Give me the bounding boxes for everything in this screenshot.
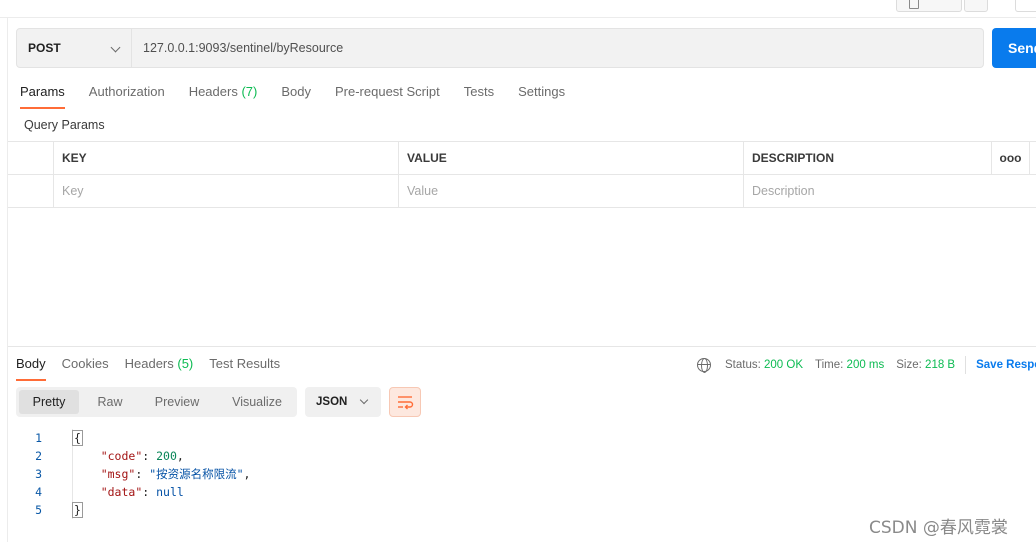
code-line: 2 "code": 200, [16, 447, 184, 465]
code-line: 4 "data": null [16, 483, 184, 501]
tab-label: Test Results [209, 356, 281, 371]
tab-test-results[interactable]: Test Results [209, 355, 280, 381]
tab-label: Authorization [88, 84, 165, 99]
response-headers-count: (5) [177, 356, 194, 371]
time-label: Time: [815, 359, 844, 371]
tab-headers[interactable]: Headers (7) [189, 83, 258, 109]
divider [965, 356, 967, 374]
tab-label: Settings [518, 84, 566, 99]
open-brace: { [72, 430, 83, 446]
watermark: CSDN @春风霓裳 [869, 518, 1008, 538]
key-column-header: KEY [53, 142, 398, 174]
description-column-header: DESCRIPTION [743, 142, 991, 174]
tab-response-headers[interactable]: Headers (5) [125, 355, 194, 381]
tab-response-body[interactable]: Body [16, 355, 46, 381]
chevron-down-icon [110, 42, 121, 53]
value-column-header: VALUE [398, 142, 743, 174]
view-raw-button[interactable]: Raw [86, 390, 134, 414]
send-button[interactable]: Send [992, 28, 1036, 68]
url-value: 127.0.0.1:9093/sentinel/byResource [143, 41, 344, 55]
request-tabs: Params Authorization Headers (7) Body Pr… [20, 83, 589, 109]
json-value-data: null [156, 485, 184, 499]
tab-authorization[interactable]: Authorization [89, 83, 165, 109]
tab-label: Headers [188, 84, 238, 99]
code-line: 1{ [16, 429, 83, 447]
tab-params[interactable]: Params [20, 83, 65, 109]
save-icon [909, 0, 919, 9]
response-body-editor[interactable]: 1{ 2 "code": 200, 3 "msg": "按资源名称限流", 4 … [16, 429, 250, 519]
format-value: JSON [316, 396, 348, 408]
tab-label: Body [281, 84, 311, 99]
json-key-data: "data" [100, 485, 143, 499]
top-toolbar [0, 0, 1036, 18]
tab-cookies[interactable]: Cookies [62, 355, 109, 381]
sidebar-edge [7, 18, 8, 542]
status-value[interactable]: 200 OK [764, 359, 803, 371]
params-header-row: KEY VALUE DESCRIPTION ooo [8, 142, 1036, 175]
method-select[interactable]: POST [16, 28, 132, 68]
line-number: 5 [35, 503, 42, 517]
json-value-msg: "按资源名称限流" [149, 467, 244, 481]
line-number: 2 [35, 449, 42, 463]
format-select[interactable]: JSON [305, 387, 381, 417]
tab-label: Params [20, 84, 65, 99]
json-key-msg: "msg" [100, 467, 136, 481]
chevron-down-icon [359, 395, 369, 405]
pane-divider[interactable] [8, 346, 1036, 347]
save-response-button[interactable]: Save Response [976, 359, 1036, 371]
save-chevron-button[interactable] [964, 0, 988, 12]
size-value[interactable]: 218 B [925, 359, 955, 371]
headers-count: (7) [241, 84, 258, 99]
line-number: 3 [35, 467, 42, 481]
time-value[interactable]: 200 ms [847, 359, 885, 371]
query-params-title: Query Params [24, 118, 105, 132]
checkbox-column-header [8, 142, 53, 174]
line-number: 4 [35, 485, 42, 499]
tab-label: Headers [124, 356, 174, 371]
key-input[interactable]: Key [53, 175, 398, 207]
view-preview-button[interactable]: Preview [142, 390, 212, 414]
json-key-code: "code" [100, 449, 143, 463]
value-input[interactable]: Value [398, 175, 743, 207]
tab-label: Body [16, 356, 46, 371]
row-checkbox-cell [8, 175, 53, 207]
wrap-lines-icon [398, 396, 414, 410]
tab-pre-request-script[interactable]: Pre-request Script [335, 83, 440, 109]
globe-icon[interactable] [697, 358, 711, 373]
wrap-lines-button[interactable] [389, 387, 421, 417]
close-brace: } [72, 502, 83, 518]
url-input[interactable]: 127.0.0.1:9093/sentinel/byResource [132, 28, 984, 68]
more-options-icon[interactable]: ooo [991, 142, 1029, 174]
status-label: Status: [725, 359, 761, 371]
view-mode-selector: Pretty Raw Preview Visualize [16, 387, 297, 417]
line-number: 1 [35, 431, 42, 445]
table-row: Key Value Description [8, 175, 1036, 208]
tab-tests[interactable]: Tests [464, 83, 494, 109]
view-visualize-button[interactable]: Visualize [220, 390, 294, 414]
code-line: 5} [16, 501, 83, 519]
side-panel-button[interactable] [1015, 0, 1036, 12]
tab-body[interactable]: Body [281, 83, 311, 109]
size-label: Size: [896, 359, 922, 371]
tab-label: Cookies [61, 356, 109, 371]
column-end [1029, 142, 1036, 174]
response-tabs: Body Cookies Headers (5) Test Results [16, 355, 296, 381]
tab-label: Tests [463, 84, 495, 99]
description-input[interactable]: Description [743, 175, 991, 207]
tab-settings[interactable]: Settings [518, 83, 565, 109]
params-table: KEY VALUE DESCRIPTION ooo Key Value Desc… [8, 141, 1036, 208]
code-line: 3 "msg": "按资源名称限流", [16, 465, 250, 483]
view-pretty-button[interactable]: Pretty [19, 390, 79, 414]
method-value: POST [28, 41, 61, 55]
json-value-code: 200 [156, 449, 177, 463]
save-dropdown-button[interactable] [896, 0, 962, 12]
tab-label: Pre-request Script [334, 84, 440, 99]
response-status-bar: Status: 200 OK Time: 200 ms Size: 218 B … [697, 356, 1036, 374]
